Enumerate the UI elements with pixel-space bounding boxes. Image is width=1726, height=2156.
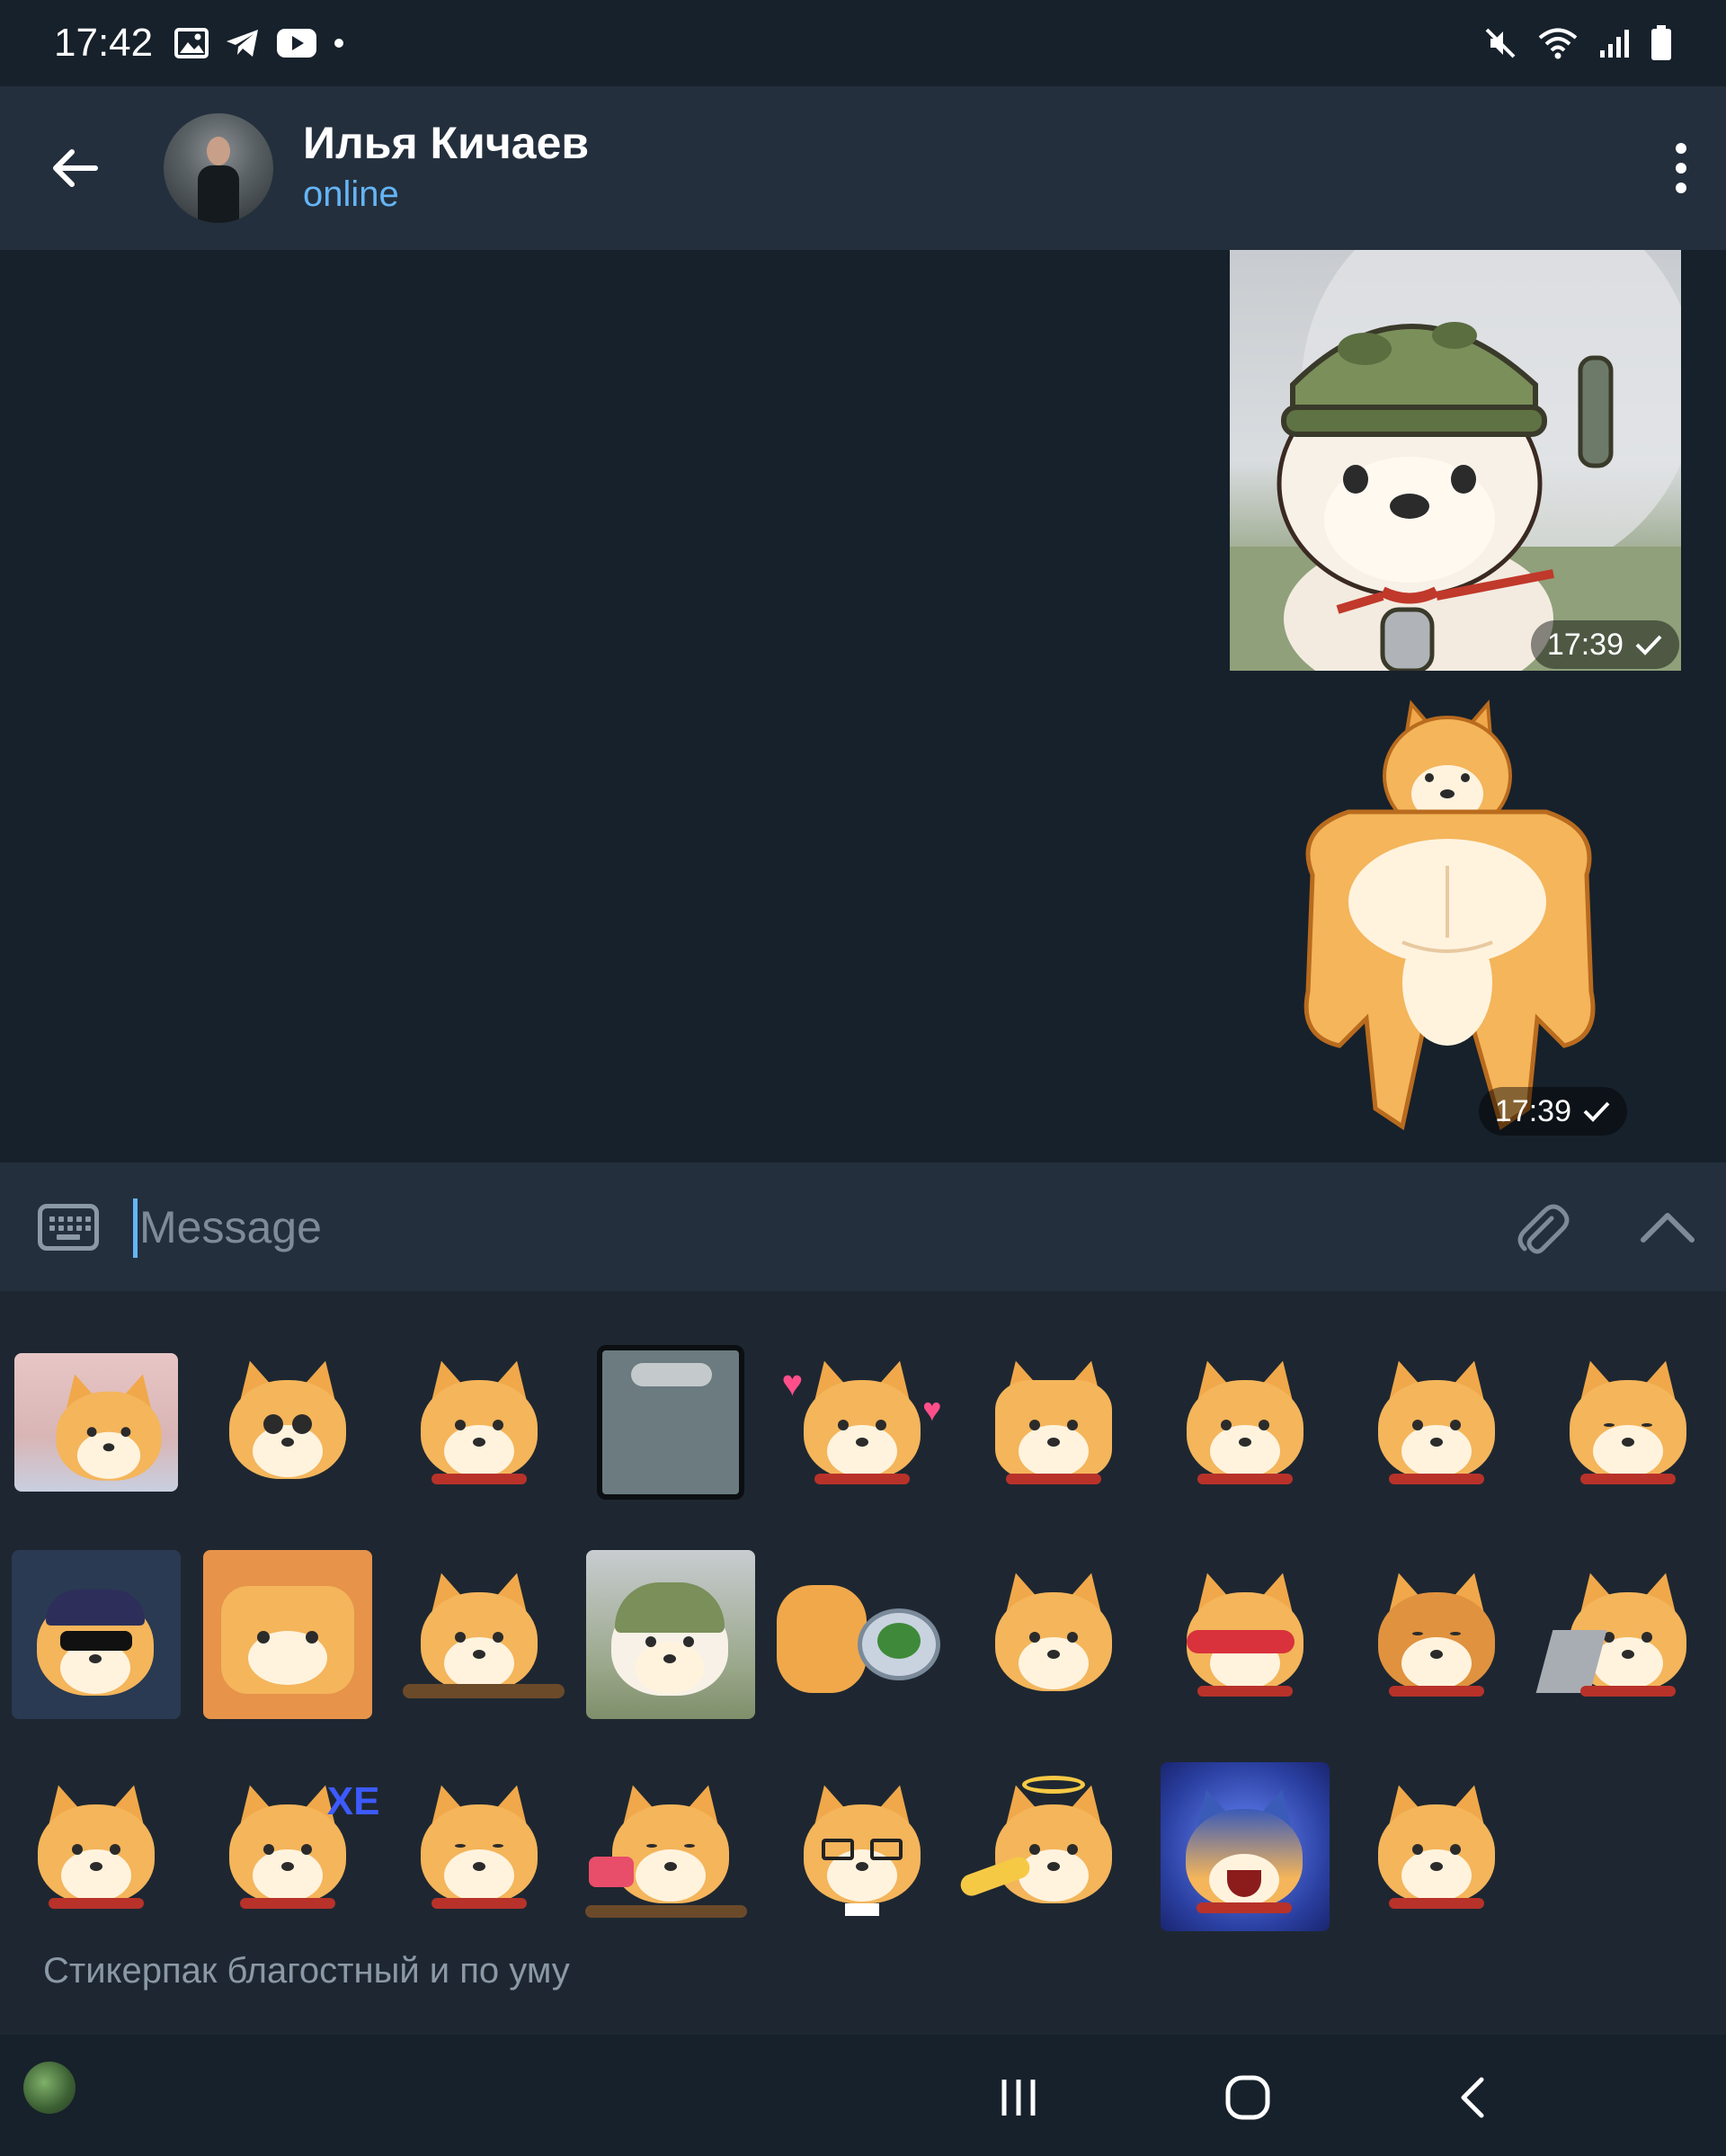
sticker-item[interactable] (957, 1316, 1149, 1528)
sticker-grid: ♥ ♥ XE (0, 1316, 1726, 1953)
sticker-item[interactable] (191, 1528, 383, 1741)
gallery-icon (174, 28, 209, 58)
sticker-item[interactable] (574, 1741, 766, 1953)
sticker-panel: ♥ ♥ XE Стикерпак благостный и по уму (0, 1291, 1726, 2035)
sticker-item[interactable] (766, 1741, 957, 1953)
sticker-item[interactable] (0, 1316, 191, 1528)
sticker-item[interactable] (1149, 1316, 1340, 1528)
more-vertical-icon[interactable] (1663, 136, 1699, 200)
sticker-message-muscle-doge[interactable]: 17:39 (1277, 695, 1627, 1136)
status-time: 17:42 (54, 21, 154, 65)
text-caret (133, 1198, 138, 1258)
home-icon (1225, 2075, 1270, 2120)
sticker-item[interactable]: ♥ ♥ (766, 1316, 957, 1528)
chat-status: online (303, 174, 399, 214)
sticker-message-helmet-doge[interactable]: 17:39 (1230, 250, 1681, 671)
sticker-item[interactable] (1340, 1741, 1532, 1953)
sticker-item[interactable] (1532, 1316, 1723, 1528)
sticker-item[interactable] (383, 1316, 574, 1528)
arrow-left-icon (53, 149, 98, 187)
battery-icon (1650, 25, 1672, 66)
sticker-item[interactable] (191, 1316, 383, 1528)
heart-icon: ♥ (781, 1364, 804, 1403)
sticker-item[interactable] (957, 1528, 1149, 1741)
sticker-item[interactable] (574, 1316, 766, 1528)
sticker-item[interactable] (1149, 1528, 1340, 1741)
sticker-item[interactable] (383, 1741, 574, 1953)
sticker-item[interactable] (0, 1741, 191, 1953)
sticker-item[interactable]: XE (191, 1741, 383, 1953)
keyboard-icon[interactable] (38, 1204, 99, 1251)
home-button[interactable] (1212, 2062, 1284, 2134)
status-bar: 17:42 (0, 0, 1726, 86)
mute-icon (1483, 26, 1517, 65)
sticker-item[interactable] (766, 1528, 957, 1741)
check-icon (1583, 1101, 1610, 1122)
sticker-item[interactable] (1532, 1528, 1723, 1741)
recent-apps-button[interactable] (983, 2062, 1054, 2134)
sticker-item[interactable] (574, 1528, 766, 1741)
wifi-icon (1537, 26, 1579, 65)
sticker-item[interactable] (956, 1741, 1149, 1953)
avatar[interactable] (164, 113, 273, 223)
chevron-up-icon[interactable] (1636, 1197, 1699, 1260)
telegram-icon (225, 28, 261, 58)
chevron-left-icon (1461, 2077, 1484, 2118)
timestamp-text: 17:39 (1494, 1093, 1571, 1128)
chat-area: 17:39 17:39 (0, 250, 1726, 1163)
recent-apps-icon (1001, 2080, 1036, 2116)
timestamp-text: 17:39 (1546, 627, 1624, 662)
check-icon (1635, 635, 1662, 655)
paperclip-icon[interactable] (1510, 1198, 1573, 1261)
sticker-item[interactable] (0, 1528, 191, 1741)
youtube-icon (277, 29, 317, 58)
message-timestamp: 17:39 (1530, 620, 1679, 669)
back-button[interactable] (43, 136, 108, 200)
back-nav-button[interactable] (1438, 2062, 1510, 2134)
sticker-pack-thumbnail[interactable] (23, 2062, 76, 2114)
chat-title[interactable]: Илья Кичаев (303, 117, 589, 169)
sticker-item[interactable] (1340, 1528, 1532, 1741)
heart-icon: ♥ (922, 1391, 942, 1428)
chat-header: Илья Кичаев online (0, 86, 1726, 250)
message-composer (0, 1163, 1726, 1291)
message-timestamp: 17:39 (1478, 1087, 1627, 1136)
signal-icon (1598, 27, 1631, 64)
sticker-pack-title: Стикерпак благостный и по уму (43, 1951, 570, 1991)
sticker-item[interactable] (1340, 1316, 1532, 1528)
navigation-bar (0, 2035, 1726, 2156)
dot-icon (333, 37, 345, 49)
sticker-item[interactable] (383, 1528, 574, 1741)
message-input[interactable] (139, 1195, 1398, 1260)
sticker-item[interactable] (1149, 1741, 1340, 1953)
